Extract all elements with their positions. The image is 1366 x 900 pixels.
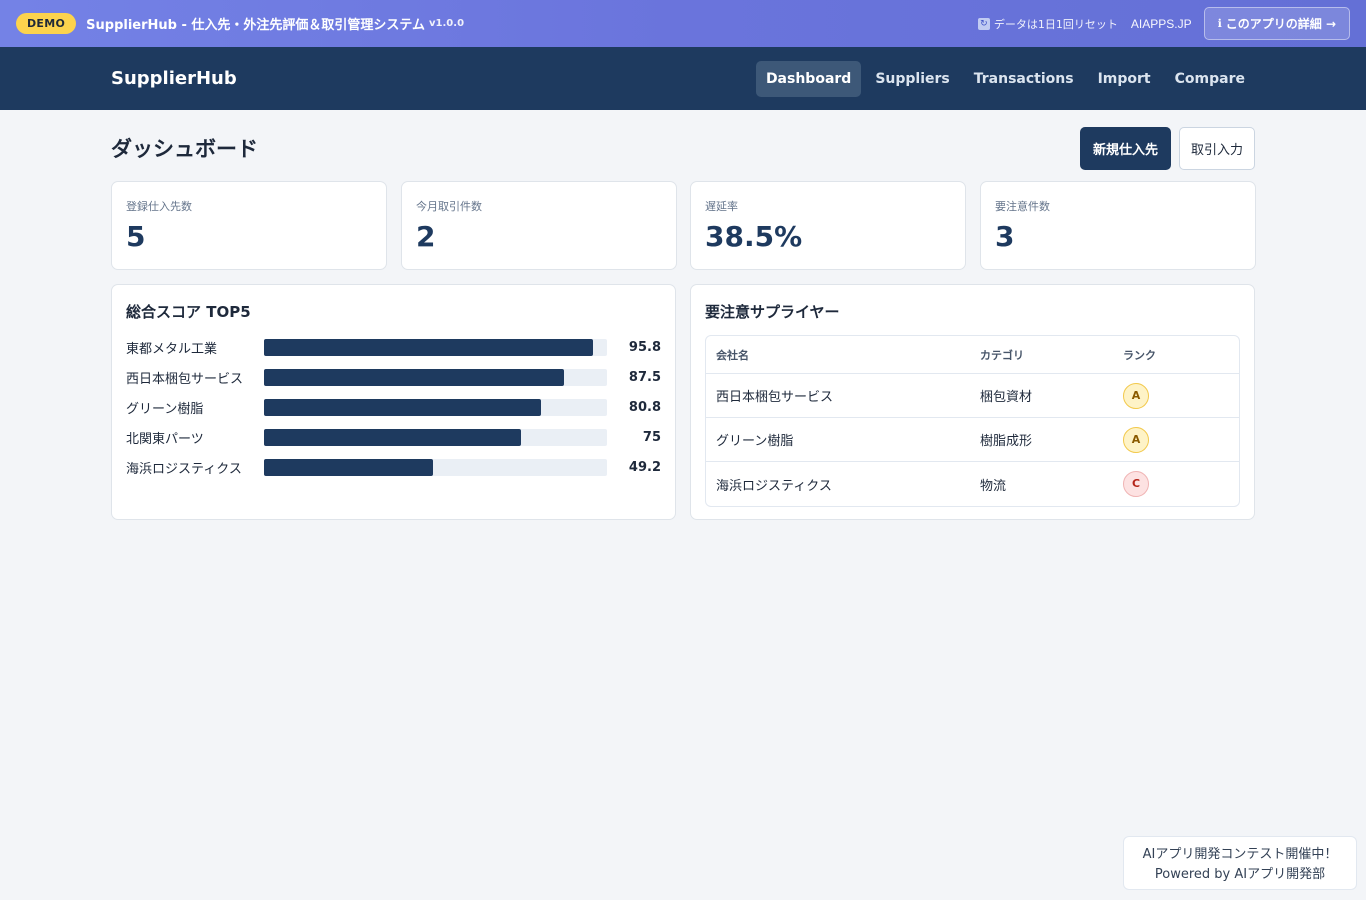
site-link[interactable]: AIAPPS.JP [1131, 17, 1192, 31]
score-value: 87.5 [628, 369, 661, 385]
stat-label: 今月取引件数 [416, 200, 482, 213]
score-supplier-name: 海浜ロジスティクス [126, 461, 242, 477]
stat-value: 5 [126, 220, 146, 253]
demo-banner: DEMO SupplierHub - 仕入先・外注先評価＆取引管理システム v1… [0, 0, 1366, 47]
score-value: 80.8 [628, 399, 661, 415]
stat-label: 登録仕入先数 [126, 200, 192, 213]
column-header-rank: ランク [1123, 348, 1156, 362]
score-bar-track [264, 338, 607, 356]
info-icon: ℹ [1217, 17, 1222, 30]
panel-title: 要注意サプライヤー [705, 303, 840, 321]
stat-card-monthly-transactions: 今月取引件数 2 [401, 181, 677, 270]
stat-label: 要注意件数 [995, 200, 1050, 213]
app-title: SupplierHub - 仕入先・外注先評価＆取引管理システム [86, 18, 426, 33]
category-cell: 物流 [980, 478, 1007, 494]
score-bar-fill [264, 458, 433, 476]
stat-card-delay-rate: 遅延率 38.5% [690, 181, 966, 270]
score-row: グリーン樹脂 80.8 [126, 392, 661, 422]
nav-item-transactions[interactable]: Transactions [964, 61, 1084, 97]
watch-suppliers-table: 会社名 カテゴリ ランク 西日本梱包サービス 梱包資材 A グリーン樹脂 樹脂成… [705, 335, 1240, 507]
stat-card-watch-count: 要注意件数 3 [980, 181, 1256, 270]
app-details-button[interactable]: ℹ このアプリの詳細 → [1203, 7, 1350, 40]
nav-item-import[interactable]: Import [1088, 61, 1161, 97]
table-row[interactable]: 西日本梱包サービス 梱包資材 A [706, 374, 1239, 418]
nav-item-dashboard[interactable]: Dashboard [755, 60, 862, 97]
table-row[interactable]: グリーン樹脂 樹脂成形 A [706, 418, 1239, 462]
contest-promo-box[interactable]: AIアプリ開発コンテスト開催中！ Powered by AIアプリ開発部 [1123, 836, 1357, 890]
new-supplier-button[interactable]: 新規仕入先 [1079, 126, 1171, 170]
nav-item-suppliers[interactable]: Suppliers [865, 61, 959, 97]
score-row: 東都メタル工業 95.8 [126, 332, 661, 362]
score-row: 北関東パーツ 75 [126, 422, 661, 452]
score-value: 49.2 [628, 459, 661, 475]
stat-value: 3 [995, 220, 1015, 253]
stat-label: 遅延率 [705, 200, 738, 213]
score-top5-panel: 総合スコア TOP5 東都メタル工業 95.8 西日本梱包サービス 87.5 グ… [111, 284, 676, 520]
column-header-company: 会社名 [716, 348, 749, 362]
table-row[interactable]: 海浜ロジスティクス 物流 C [706, 462, 1239, 506]
page-header: ダッシュボード 新規仕入先 取引入力 [111, 126, 1255, 170]
score-supplier-name: 東都メタル工業 [126, 341, 218, 357]
rank-badge: A [1123, 382, 1149, 409]
rank-badge: C [1123, 471, 1149, 497]
stat-card-suppliers: 登録仕入先数 5 [111, 181, 387, 270]
score-supplier-name: 北関東パーツ [126, 431, 204, 447]
supplier-name-cell: グリーン樹脂 [716, 434, 794, 449]
refresh-icon: ↻ [977, 17, 990, 30]
header-actions: 新規仕入先 取引入力 [1079, 126, 1255, 170]
table-header: 会社名 カテゴリ ランク [706, 336, 1239, 374]
score-bar-track [264, 428, 607, 446]
score-row: 海浜ロジスティクス 49.2 [126, 452, 661, 482]
page-title: ダッシュボード [111, 137, 258, 161]
rank-badge: A [1123, 426, 1149, 453]
demo-badge: DEMO [16, 13, 77, 34]
demo-right-group: ↻ データは1日1回リセット AIAPPS.JP ℹ このアプリの詳細 → [977, 7, 1350, 40]
brand-logo[interactable]: SupplierHub [111, 68, 237, 89]
transaction-input-button[interactable]: 取引入力 [1178, 126, 1255, 170]
score-value: 95.8 [628, 339, 661, 355]
score-value: 75 [642, 429, 661, 445]
category-cell: 梱包資材 [980, 390, 1033, 405]
nav-item-compare[interactable]: Compare [1165, 61, 1255, 97]
supplier-name-cell: 海浜ロジスティクス [716, 478, 832, 494]
score-bar-fill [264, 368, 565, 386]
score-bar-fill [264, 428, 522, 446]
rank-cell: C [1123, 471, 1223, 497]
app-details-label: このアプリの詳細 → [1225, 17, 1336, 31]
app-version: v1.0.0 [429, 18, 465, 29]
score-supplier-name: 西日本梱包サービス [126, 371, 244, 387]
score-bar-track [264, 458, 607, 476]
score-row: 西日本梱包サービス 87.5 [126, 362, 661, 392]
score-bar-fill [264, 398, 542, 416]
score-bar-fill [264, 338, 593, 356]
promo-line-2: Powered by AIアプリ開発部 [1154, 867, 1326, 882]
stat-value: 2 [416, 220, 436, 253]
score-bar-track [264, 398, 607, 416]
category-cell: 樹脂成形 [980, 434, 1033, 449]
score-bar-track [264, 368, 607, 386]
rank-cell: A [1123, 426, 1223, 453]
reset-note-text: データは1日1回リセット [993, 17, 1118, 31]
main-navbar: SupplierHub Dashboard Suppliers Transact… [0, 47, 1366, 110]
score-supplier-name: グリーン樹脂 [126, 401, 204, 417]
stat-value: 38.5% [705, 220, 803, 253]
promo-line-1: AIアプリ開発コンテスト開催中！ [1142, 847, 1338, 862]
rank-cell: A [1123, 382, 1223, 409]
watch-suppliers-panel: 要注意サプライヤー 会社名 カテゴリ ランク 西日本梱包サービス 梱包資材 A … [690, 284, 1255, 520]
nav-menu: Dashboard Suppliers Transactions Import … [752, 60, 1255, 97]
reset-note: ↻ データは1日1回リセット [977, 16, 1118, 32]
score-list: 東都メタル工業 95.8 西日本梱包サービス 87.5 グリーン樹脂 80.8 … [126, 332, 661, 482]
column-header-category: カテゴリ [980, 348, 1024, 362]
supplier-name-cell: 西日本梱包サービス [716, 390, 834, 405]
panel-title: 総合スコア TOP5 [126, 303, 251, 321]
